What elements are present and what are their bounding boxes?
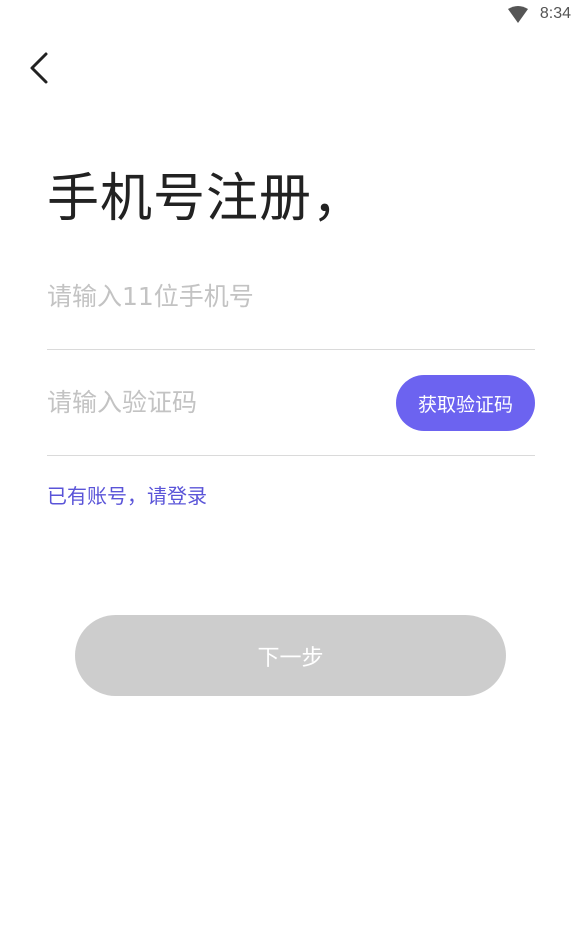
status-bar: 8:34 bbox=[0, 0, 581, 30]
phone-input[interactable] bbox=[47, 282, 534, 311]
login-link[interactable]: 已有账号，请登录 bbox=[47, 480, 207, 509]
get-code-button[interactable]: 获取验证码 bbox=[396, 375, 535, 431]
back-button[interactable] bbox=[22, 48, 58, 88]
code-divider bbox=[47, 455, 535, 456]
wifi-icon bbox=[508, 6, 528, 23]
status-time: 8:34 bbox=[539, 5, 571, 22]
phone-divider bbox=[47, 349, 535, 350]
verification-code-input[interactable] bbox=[47, 388, 377, 417]
phone-field[interactable] bbox=[47, 282, 534, 326]
next-button[interactable]: 下一步 bbox=[75, 615, 506, 696]
chevron-left-icon bbox=[30, 52, 48, 84]
page-title: 手机号注册， bbox=[47, 169, 366, 229]
